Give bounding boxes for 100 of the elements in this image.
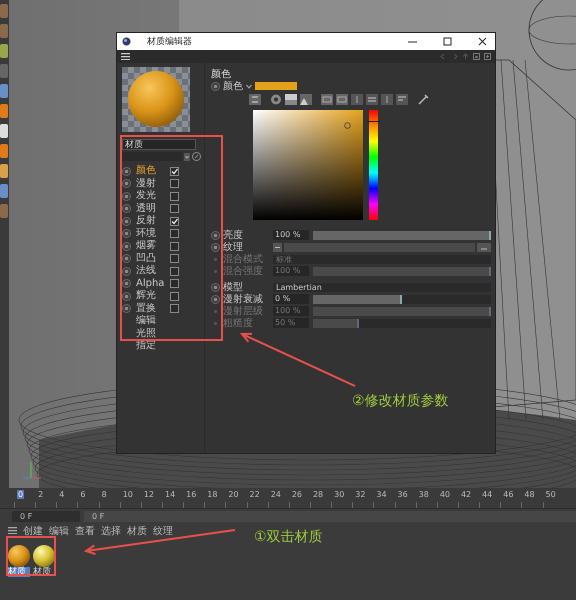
value-field[interactable]: 0 % (273, 294, 309, 304)
parameter-label: 模型 (223, 280, 244, 294)
frame-number: 26 (292, 490, 302, 499)
menu-icon[interactable] (8, 527, 17, 534)
value-field[interactable]: 100 % (273, 230, 309, 240)
frame-number: 14 (164, 490, 176, 499)
gradient-icon[interactable] (285, 94, 297, 105)
texture-menu-icon[interactable] (273, 242, 282, 252)
channel-item[interactable]: 法线 (136, 265, 170, 278)
channel-item[interactable]: 反射 (136, 215, 170, 228)
menu-item[interactable]: 纹理 (153, 524, 173, 538)
channel-item[interactable]: 颜色 (136, 165, 170, 178)
annotation-text: ②修改材质参数 (352, 392, 449, 410)
animate-radio-icon[interactable] (211, 82, 220, 90)
frame-number: 16 (186, 490, 196, 499)
channel-item[interactable]: 辉光 (136, 290, 170, 302)
color-marker-icon[interactable] (344, 122, 351, 129)
channel-checkbox[interactable] (170, 192, 179, 201)
frame-number: 8 (102, 490, 107, 499)
menu-icon[interactable] (121, 53, 130, 60)
channel-checkbox[interactable] (170, 204, 179, 214)
dropdown-field[interactable]: Lambertian (273, 282, 491, 292)
tool-icon[interactable] (0, 84, 8, 98)
new-window-icon[interactable] (484, 53, 491, 60)
tool-icon[interactable] (0, 184, 8, 198)
navigation-arrows-icon[interactable] (440, 53, 458, 60)
color-label: 颜色 (223, 80, 243, 93)
tool-icon[interactable] (0, 124, 8, 138)
frame-number: 6 (80, 490, 86, 499)
frame-number: 20 (228, 490, 239, 499)
color-swatch[interactable] (255, 82, 297, 90)
parameter-label: 漫射衰减 (223, 292, 264, 306)
frame-number: 50 (546, 490, 556, 499)
channel-checkbox[interactable] (170, 279, 179, 288)
maximize-icon[interactable] (443, 37, 452, 46)
eyedropper-icon[interactable] (417, 94, 429, 105)
tool-icon[interactable] (0, 104, 8, 118)
frame-number: 2 (38, 490, 44, 499)
tool-icon[interactable] (0, 164, 8, 178)
parameter-label: 漫射层级 (223, 304, 264, 318)
frame-field[interactable]: 0 F (84, 510, 576, 522)
material-preview (122, 67, 190, 132)
frame-number: 36 (398, 490, 408, 499)
dropdown-arrow-icon[interactable] (184, 152, 190, 160)
parameter-label: 纹理 (223, 241, 243, 254)
channel-checkbox[interactable] (170, 216, 179, 226)
up-arrow-icon[interactable] (462, 53, 469, 60)
channel-item[interactable]: Alpha (136, 278, 170, 290)
channel-checkbox[interactable] (170, 166, 179, 176)
slider-fill[interactable] (313, 230, 491, 240)
page-item[interactable]: 编辑 (136, 315, 170, 328)
channel-checkbox[interactable] (170, 254, 179, 264)
channel-checkbox[interactable] (170, 292, 179, 301)
menu-item[interactable]: 编辑 (49, 524, 69, 538)
menu-item[interactable]: 查看 (75, 524, 95, 538)
material-thumbnail[interactable] (8, 545, 30, 567)
frame-number: 30 (334, 490, 344, 499)
channel-checkbox[interactable] (170, 179, 179, 188)
frame-number: 28 (312, 490, 324, 499)
frame-number: 12 (144, 490, 154, 499)
frame-number: 46 (503, 490, 514, 499)
frame-number: 34 (376, 490, 387, 499)
color-wheel-icon[interactable] (270, 94, 282, 105)
channel-item[interactable]: 漫射 (136, 178, 170, 190)
color-picker-field[interactable] (253, 110, 363, 220)
frame-number: 24 (270, 490, 281, 499)
page-item[interactable]: 光照 (136, 328, 170, 340)
frame-field[interactable]: 0 F (12, 510, 80, 522)
channel-item[interactable]: 环境 (136, 228, 170, 240)
channel-checkbox[interactable] (170, 266, 179, 276)
channel-checkbox[interactable] (170, 229, 179, 238)
frame-number: 40 (440, 490, 450, 499)
parameter-label: 粗糙度 (223, 316, 254, 330)
frame-number: 42 (460, 490, 472, 499)
parameter-label: 混合强度 (223, 264, 264, 278)
parameter-label: 亮度 (223, 228, 244, 242)
slider-fill[interactable] (313, 294, 402, 304)
tool-icon[interactable] (0, 44, 8, 58)
hue-slider[interactable] (369, 110, 378, 220)
channel-checkbox[interactable] (170, 242, 179, 251)
image-icon[interactable] (300, 94, 312, 105)
browse-icon[interactable] (477, 242, 491, 252)
channel-checkbox[interactable] (170, 304, 179, 314)
hue-marker[interactable] (367, 121, 380, 122)
menu-item[interactable]: 选择 (101, 524, 121, 538)
material-thumbnail[interactable] (33, 545, 55, 567)
menu-item[interactable]: 创建 (23, 524, 43, 538)
section-title: 颜色 (211, 69, 232, 80)
frame-number: 44 (482, 490, 492, 499)
channel-item[interactable]: 置换 (136, 302, 170, 315)
channel-item[interactable]: 发光 (136, 190, 170, 202)
timeline-ruler[interactable]: 0 2 4 6 8 10 12 14 16 18 20 22 24 26 28 30 32 34 36 38 40 42 44 46 48 50 (0, 488, 576, 509)
channel-item[interactable]: 凹凸 (136, 252, 170, 265)
close-icon[interactable] (478, 37, 487, 46)
channel-item[interactable]: 烟雾 (136, 240, 170, 252)
app-logo-icon[interactable] (122, 37, 131, 46)
menu-item[interactable]: 材质 (127, 524, 147, 538)
channel-item[interactable]: 透明 (136, 202, 170, 215)
tool-icon[interactable] (0, 144, 8, 158)
frame-number: 22 (250, 490, 260, 499)
